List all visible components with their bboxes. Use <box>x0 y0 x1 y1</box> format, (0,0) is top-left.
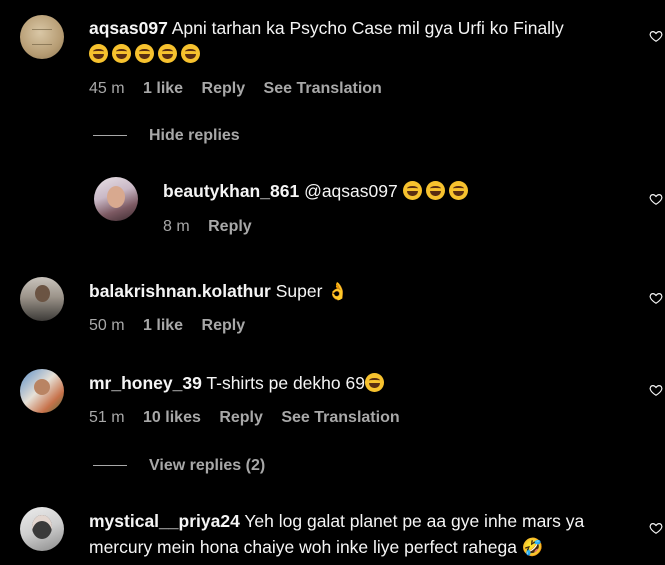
comment-meta: 45 m 1 like Reply See Translation <box>89 80 396 98</box>
laughing-emoji-icon <box>448 181 468 200</box>
see-translation-button[interactable]: See Translation <box>281 409 399 426</box>
comment-text-row: mystical__priya24 Yeh log galat planet p… <box>89 509 584 534</box>
comment-text: Super <box>275 281 323 301</box>
ok-hand-emoji-icon: 👌 <box>327 282 349 301</box>
username-beautykhan_861[interactable]: beautykhan_861 <box>163 181 299 201</box>
laughing-emoji-icon <box>425 181 445 200</box>
laughing-emoji-icon <box>181 44 200 63</box>
avatar-aqsas097[interactable] <box>20 15 64 59</box>
like-heart-icon[interactable] <box>649 192 663 206</box>
reply-meta: 8 m Reply <box>163 218 266 236</box>
likes-count[interactable]: 1 like <box>143 317 183 334</box>
divider-line <box>93 465 127 467</box>
divider-line <box>93 135 127 137</box>
username-balakrishnan.kolathur[interactable]: balakrishnan.kolathur <box>89 281 271 301</box>
reply-button[interactable]: Reply <box>219 409 263 426</box>
avatar-beautykhan_861[interactable] <box>94 177 138 221</box>
comment-text: Apni tarhan ka Psycho Case mil gya Urfi … <box>171 18 564 38</box>
rofl-emoji-icon: 🤣 <box>521 537 544 557</box>
username-aqsas097[interactable]: aqsas097 <box>89 18 168 38</box>
timestamp: 51 m <box>89 409 125 426</box>
comment-text-line2: mercury mein hona chaiye woh inke liye p… <box>89 537 544 557</box>
comment-text: T-shirts pe dekho 69 <box>206 373 365 393</box>
comment-text-row: aqsas097 Apni tarhan ka Psycho Case mil … <box>89 16 564 41</box>
laughing-emoji-icon <box>364 373 384 392</box>
avatar-balakrishnan.kolathur[interactable] <box>20 277 64 321</box>
laughing-emoji-icon <box>89 44 108 63</box>
view-replies-button[interactable]: View replies (2) <box>93 457 265 475</box>
avatar-mr_honey_39[interactable] <box>20 369 64 413</box>
like-heart-icon[interactable] <box>649 291 663 305</box>
like-heart-icon[interactable] <box>649 521 663 535</box>
timestamp: 8 m <box>163 218 190 235</box>
reply-text-row: beautykhan_861 @aqsas097 <box>163 179 472 204</box>
comment-text: Yeh log galat planet pe aa gye inhe mars… <box>244 511 585 531</box>
username-mr_honey_39[interactable]: mr_honey_39 <box>89 373 202 393</box>
see-translation-button[interactable]: See Translation <box>264 80 382 97</box>
likes-count[interactable]: 10 likes <box>143 409 201 426</box>
comment-text-row: balakrishnan.kolathur Super 👌 <box>89 279 348 304</box>
comment-meta: 51 m 10 likes Reply See Translation <box>89 409 414 427</box>
hide-replies-button[interactable]: Hide replies <box>93 127 240 145</box>
reply-button[interactable]: Reply <box>202 317 246 334</box>
emoji-row <box>89 42 204 67</box>
timestamp: 50 m <box>89 317 125 334</box>
mention-link[interactable]: @aqsas097 <box>304 181 398 201</box>
timestamp: 45 m <box>89 80 125 97</box>
laughing-emoji-icon <box>402 181 422 200</box>
like-heart-icon[interactable] <box>649 29 663 43</box>
reply-button[interactable]: Reply <box>202 80 246 97</box>
like-heart-icon[interactable] <box>649 383 663 397</box>
laughing-emoji-icon <box>135 44 154 63</box>
comment-meta: 50 m 1 like Reply <box>89 317 259 335</box>
reply-button[interactable]: Reply <box>208 218 252 235</box>
likes-count[interactable]: 1 like <box>143 80 183 97</box>
laughing-emoji-icon <box>158 44 177 63</box>
comment-text-row: mr_honey_39 T-shirts pe dekho 69 <box>89 371 388 396</box>
username-mystical__priya24[interactable]: mystical__priya24 <box>89 511 240 531</box>
laughing-emoji-icon <box>112 44 131 63</box>
avatar-mystical__priya24[interactable] <box>20 507 64 551</box>
